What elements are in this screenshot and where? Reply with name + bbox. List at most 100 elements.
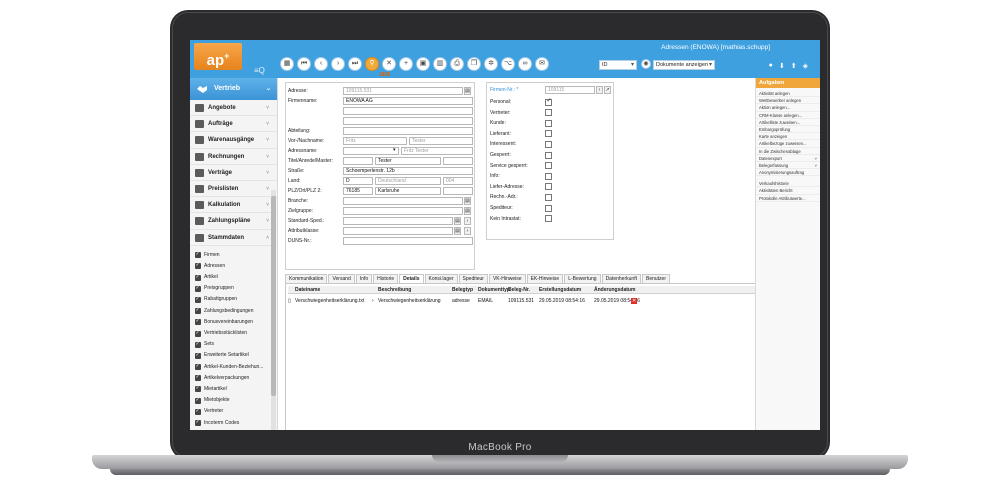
flag-checkbox[interactable] [545,109,552,117]
tab-7[interactable]: VK-Hinweise [488,274,526,283]
sidebar-item-6[interactable]: Kalkulation ˅ [190,197,277,214]
land-number-field[interactable]: 004 [443,177,473,185]
delete-icon[interactable]: ▥ [433,57,447,71]
menu-search-icon[interactable]: ≡Q [254,66,265,75]
id-select[interactable]: ID [599,60,637,70]
tab-9[interactable]: L-Bewertung [564,274,601,283]
documents-select[interactable]: Dokumente anzeigen [653,60,715,70]
firmenname-field[interactable]: ENOWA AG [343,97,473,105]
subnav-item-7[interactable]: Vertriebsstücklisten [190,328,277,339]
subnav-item-12[interactable]: Mietartikel [190,383,277,395]
firmen-nr-field[interactable]: 109115 [545,86,595,94]
tab-6[interactable]: Spediteur [458,274,488,283]
firmenname2-field[interactable] [343,107,473,115]
abteilung-field[interactable] [343,127,473,135]
nachname-field[interactable]: Tester [409,137,473,145]
grid-header-cell[interactable]: Beschreibung [378,287,411,293]
tab-0[interactable]: Kommunikation [285,274,328,283]
attribut-lookup-button[interactable]: ▤ [454,227,461,235]
last-record-button[interactable]: ⏭ [348,57,362,71]
sidebar-item-5[interactable]: Preislisten ˅ [190,181,277,198]
external-link-icon[interactable]: ↗ [604,86,611,94]
subnav-item-8[interactable]: Sets [190,339,277,350]
task-item-2[interactable]: Aktion anlegen... [756,104,820,112]
email-icon[interactable]: ✉ [535,57,549,71]
grid-icon[interactable]: ▦ [280,57,294,71]
settings-icon[interactable]: ✲ [484,57,498,71]
tab-8[interactable]: EK-Hinweise [526,274,564,283]
ort-field[interactable]: Karlsruhe [375,187,441,195]
delete-row-icon[interactable]: ✕ [631,298,638,304]
task-item-0[interactable]: Aktivität anlegen [756,90,820,98]
expand-arrow-icon[interactable]: › [372,298,374,304]
subnav-item-5[interactable]: Zahlungsbedingungen [190,305,277,317]
subnav-item-4[interactable]: Rabattgruppen [190,294,277,305]
flag-checkbox[interactable] [545,204,552,212]
flag-checkbox[interactable] [545,119,552,127]
tab-10[interactable]: Datenherkunft [601,274,641,283]
sidebar-item-7[interactable]: Zahlungspläne ˅ [190,213,277,230]
firmen-nr-open-button[interactable]: › [596,86,603,94]
land-code-field[interactable]: D [343,177,373,185]
task-item-13[interactable]: Aktivitäten Bericht [756,187,820,195]
task-item-10[interactable]: Belegerfassung ˅ [756,162,820,170]
grid-header-cell[interactable]: Dateiname [295,287,320,293]
scroll-thumb[interactable] [271,196,276,396]
adressname-select[interactable] [343,147,399,155]
sidebar-item-1[interactable]: Aufträge ˅ [190,116,277,133]
subnav-item-14[interactable]: Vertreter [190,406,277,417]
subnav-item-2[interactable]: Artikel [190,272,277,283]
subnav-item-6[interactable]: Bonusvereinbarungen [190,316,277,328]
subnav-item-10[interactable]: Artikel-Kunden-Beziehun... [190,361,277,373]
grid-header-cell[interactable]: Dokumenttyp [478,287,510,293]
task-item-9[interactable]: Datenexport ˅ [756,155,820,162]
user-icon[interactable]: ● [769,62,773,70]
tab-3[interactable]: Historie [373,274,399,283]
flag-checkbox[interactable] [545,130,552,138]
link-icon[interactable]: ∞ [518,57,532,71]
sidebar-item-3[interactable]: Rechnungen ˅ [190,149,277,165]
tab-2[interactable]: Info [355,274,373,283]
table-row[interactable]: ▯ Verschwiegenheitserklärung.txt Verschwie… [288,297,820,306]
task-item-6[interactable]: Karte anzeigen [756,133,820,141]
search-icon[interactable]: ⚲ [365,57,379,71]
task-item-3[interactable]: CRM-Klasse anlegen... [756,112,820,119]
close-icon[interactable]: ✕ [382,57,396,71]
flag-checkbox[interactable] [545,183,552,191]
task-item-12[interactable]: Verkaufshistorie [756,180,820,188]
adresse-field[interactable]: 109115.531 [343,87,463,95]
land-name-field[interactable]: Deutschland [375,177,441,185]
tab-4[interactable]: Details [399,274,424,283]
subnav-item-3[interactable]: Preisgruppen [190,283,277,294]
sped-open-button[interactable]: › [464,217,471,225]
tab-11[interactable]: Benutzer [641,274,670,283]
subnav-item-0[interactable]: Firmen [190,249,277,261]
download-icon[interactable]: ⬇ [779,62,785,70]
attribut-open-button[interactable]: › [464,227,471,235]
plz2-field[interactable] [443,187,473,195]
firmenname3-field[interactable] [343,117,473,125]
master-field[interactable] [443,157,473,165]
adressname-field[interactable]: Fritz Tester [401,147,473,155]
grid-header-cell[interactable]: Belegtyp [452,287,473,293]
adresse-lookup-button[interactable]: ▤ [464,87,471,95]
subnav-item-9[interactable]: Erweiterte Setartikel [190,350,277,361]
zielgruppe-lookup-button[interactable]: ▤ [464,207,471,215]
flag-checkbox[interactable] [545,172,552,180]
flag-checkbox[interactable] [545,162,552,170]
info-icon[interactable]: ◈ [803,62,808,70]
vorname-field[interactable]: Fritz [343,137,407,145]
standard-sped-field[interactable] [343,217,453,225]
task-item-8[interactable]: In die Zwischenablage [756,148,820,155]
task-item-4[interactable]: Artikelliste zuweisen... [756,119,820,126]
upload-icon[interactable]: ⬆ [791,62,797,70]
sidebar-scrollbar[interactable] [271,190,276,430]
attributklasse-field[interactable] [343,227,453,235]
branche-field[interactable] [343,197,463,205]
module-header-vertrieb[interactable]: Vertrieb ⌄ [190,78,277,100]
anrede-field[interactable]: Tester [375,157,441,165]
add-icon[interactable]: + [399,57,413,71]
sidebar-item-8[interactable]: Stammdaten ˄ [190,230,277,246]
strasse-field[interactable]: Schoemperlenstr. 12b [343,167,473,175]
flag-checkbox[interactable] [545,215,552,223]
